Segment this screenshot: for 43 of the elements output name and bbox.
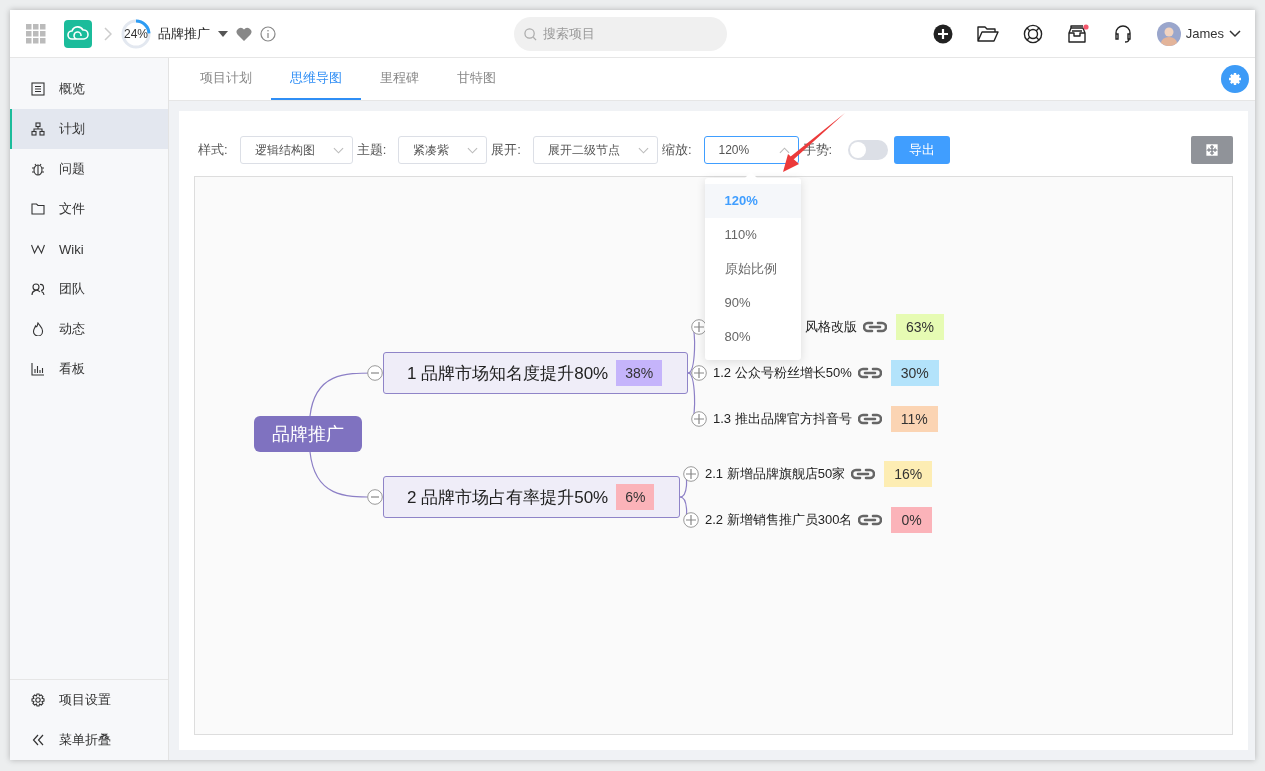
sidebar-item[interactable]: 概览 — [10, 69, 168, 109]
branch-node[interactable]: 2 品牌市场占有率提升50% 6% — [383, 476, 680, 518]
option-label: 主题: — [356, 141, 387, 159]
progress-tag: 6% — [616, 484, 655, 510]
dropdown-option[interactable]: 90% — [704, 286, 801, 320]
dropdown-option[interactable]: 110% — [704, 218, 801, 252]
project-name[interactable]: 品牌推广 — [158, 24, 210, 43]
user-name[interactable]: James — [1185, 26, 1224, 41]
dropdown-select[interactable]: 紧凑紫 — [398, 136, 488, 164]
sidebar-item[interactable]: 计划 — [10, 109, 168, 149]
tab[interactable]: 项目计划 — [181, 58, 271, 100]
progress-tag: 11% — [890, 406, 938, 432]
sidebar-item[interactable]: 看板 — [10, 349, 168, 389]
tab[interactable]: 甘特图 — [438, 58, 515, 100]
root-node[interactable]: 品牌推广 — [254, 416, 362, 452]
dropdown-select[interactable]: 展开二级节点 — [532, 136, 658, 164]
option-label: 样式: — [198, 141, 228, 159]
progress-tag: 0% — [891, 507, 932, 533]
child-node[interactable]: 2.2 新增销售推广员300名 — [705, 511, 853, 529]
child-node[interactable]: 风格改版 — [805, 318, 857, 336]
dropdown-select[interactable]: 逻辑结构图 — [239, 136, 353, 164]
dropdown-option[interactable]: 原始比例 — [704, 252, 801, 286]
option-label: 缩放: — [661, 141, 692, 159]
sidebar-footer-item[interactable]: 菜单折叠 — [10, 720, 168, 760]
option-label: 展开: — [491, 141, 521, 159]
child-node[interactable]: 2.1 新增品牌旗舰店50家 — [705, 465, 846, 483]
sidebar-item[interactable]: 问题 — [10, 149, 168, 189]
progress-tag: 38% — [616, 360, 663, 386]
child-node[interactable]: 1.3 推出品牌官方抖音号 — [713, 410, 852, 428]
progress-tag: 30% — [890, 360, 939, 386]
progress-tag: 16% — [884, 461, 933, 487]
branch-node[interactable]: 1 品牌市场知名度提升80% 38% — [383, 352, 688, 394]
progress-tag: 63% — [896, 314, 945, 340]
sidebar-item[interactable]: 文件 — [10, 189, 168, 229]
progress-label: 24% — [123, 26, 149, 41]
sidebar-item[interactable]: Wiki — [10, 229, 168, 269]
sidebar-item[interactable]: 团队 — [10, 269, 168, 309]
dropdown-option[interactable]: 80% — [704, 320, 801, 354]
sidebar-footer-item[interactable]: 项目设置 — [10, 680, 168, 720]
sidebar-item[interactable]: 动态 — [10, 309, 168, 349]
search-field[interactable]: 搜索项目 — [514, 16, 727, 51]
tab[interactable]: 里程碑 — [361, 58, 438, 100]
child-node[interactable]: 1.2 公众号粉丝增长50% — [713, 364, 852, 382]
